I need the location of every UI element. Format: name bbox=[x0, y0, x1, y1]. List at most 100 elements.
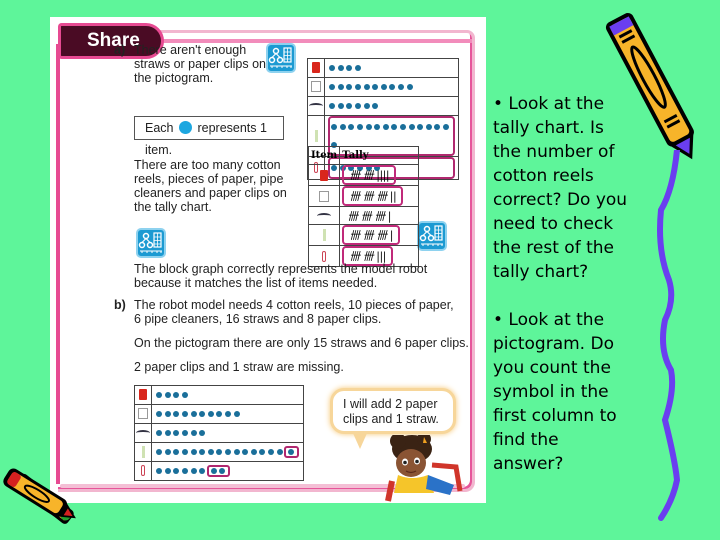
pictogram-dot bbox=[225, 410, 232, 417]
speech-bubble: I will add 2 paper clips and 1 straw. bbox=[330, 388, 456, 434]
pictogram-dot bbox=[199, 410, 206, 417]
pictogram-dot bbox=[337, 64, 344, 71]
pictogram-dot bbox=[372, 102, 379, 109]
tally-chart: Item Tally 卌 卌 |||| 卌 卌 卌 || 卌 卌 卌 | 卌 卌 卌 | 卌… bbox=[307, 146, 420, 267]
pictogram-dot bbox=[425, 123, 432, 130]
paper-icon bbox=[311, 81, 321, 93]
pictogram-dot bbox=[164, 410, 171, 417]
dots-cell bbox=[324, 96, 459, 116]
item-icon-cell bbox=[134, 404, 152, 424]
pictogram-dot bbox=[363, 83, 370, 90]
item-icon-cell bbox=[307, 185, 341, 207]
tally-marks: 卌 卌 卌 || bbox=[342, 186, 404, 206]
part-b-line-4: 2 paper clips and 1 straw are missing. bbox=[134, 360, 344, 374]
pictogram-dot bbox=[363, 102, 370, 109]
pictogram-row bbox=[134, 385, 304, 405]
pictogram-dot bbox=[329, 83, 336, 90]
pictogram-dot bbox=[339, 123, 346, 130]
pencil-icon bbox=[605, 13, 694, 160]
squiggle-line-decoration bbox=[657, 150, 681, 521]
pictogram-dot bbox=[406, 83, 413, 90]
straw-icon bbox=[314, 129, 318, 142]
tally-marks: 卌 卌 卌 | bbox=[342, 225, 400, 245]
pictogram-dot bbox=[164, 429, 171, 436]
pictogram-dot bbox=[337, 102, 344, 109]
tally-cell: 卌 卌 |||| bbox=[339, 164, 420, 186]
item-icon-cell bbox=[307, 206, 341, 225]
pictogram-dot bbox=[374, 123, 381, 130]
tally-header: Tally bbox=[339, 146, 420, 165]
pictogram-dot bbox=[329, 102, 336, 109]
cotton-reel-icon bbox=[320, 169, 329, 181]
pictogram-dot bbox=[357, 123, 364, 130]
pictogram-b bbox=[134, 385, 304, 481]
pictogram-dot bbox=[190, 429, 197, 436]
pictogram-dot bbox=[365, 123, 372, 130]
tally-header: Item bbox=[307, 146, 341, 165]
side-note-line: • Look at the bbox=[493, 310, 605, 330]
pictogram-dot bbox=[190, 467, 197, 474]
pictogram-dot bbox=[164, 467, 171, 474]
pictogram-dot bbox=[372, 83, 379, 90]
paper-icon bbox=[319, 190, 330, 202]
paper-clip-icon bbox=[322, 250, 327, 262]
item-icon-cell bbox=[307, 77, 325, 97]
pictogram-dot bbox=[156, 448, 163, 455]
straw-icon bbox=[141, 445, 145, 458]
pictogram-dot bbox=[391, 123, 398, 130]
crossed-pencils-icon bbox=[3, 468, 76, 524]
part-a-intro-1: There aren't enough bbox=[134, 43, 247, 57]
pictogram-dot bbox=[164, 448, 171, 455]
pictogram-dot bbox=[346, 83, 353, 90]
pictogram-dot bbox=[242, 448, 249, 455]
pictogram-row bbox=[307, 96, 459, 116]
pictogram-dot bbox=[156, 467, 163, 474]
pictogram-dot bbox=[225, 448, 232, 455]
cotton-reel-icon bbox=[312, 62, 320, 74]
tally-cell: 卌 卌 卌 | bbox=[339, 206, 420, 225]
pictogram-dot bbox=[389, 83, 396, 90]
pictogram-dot bbox=[337, 83, 344, 90]
pictogram-dot bbox=[199, 429, 206, 436]
dots-group bbox=[328, 78, 455, 96]
item-icon-cell bbox=[307, 58, 325, 78]
item-icon-cell bbox=[307, 164, 341, 186]
pictogram-row bbox=[134, 461, 304, 481]
pictogram-dot bbox=[156, 429, 163, 436]
dots-cell bbox=[151, 404, 304, 424]
pictogram-dot bbox=[259, 448, 266, 455]
tally-row: 卌 卌 |||| bbox=[307, 164, 420, 186]
pictogram-dot bbox=[276, 448, 283, 455]
item-icon-cell bbox=[134, 442, 152, 462]
side-note-line: you count the bbox=[493, 358, 611, 378]
pictogram-dot bbox=[331, 123, 338, 130]
pictogram-row bbox=[307, 58, 459, 78]
added-dots-box bbox=[206, 465, 230, 477]
added-pictogram-dot bbox=[219, 467, 226, 474]
paper-clip-icon bbox=[141, 465, 145, 477]
pictogram-dot bbox=[182, 448, 189, 455]
side-note-line: first column to bbox=[493, 406, 617, 426]
part-a-intro-3: the pictogram. bbox=[134, 71, 214, 85]
pictogram-dot bbox=[156, 410, 163, 417]
dots-group bbox=[328, 59, 455, 77]
pictogram-dot bbox=[182, 410, 189, 417]
pictogram-dot bbox=[355, 102, 362, 109]
pictogram-dot bbox=[216, 448, 223, 455]
pictogram-dot bbox=[346, 64, 353, 71]
pictogram-dot bbox=[329, 64, 336, 71]
pictogram-dot bbox=[398, 83, 405, 90]
speech-line-2: clips and 1 straw. bbox=[343, 412, 439, 426]
block-graph-icon bbox=[417, 221, 447, 251]
tally-text-3: cleaners and paper clips on bbox=[134, 186, 287, 200]
tally-marks: 卌 卌 卌 | bbox=[347, 209, 391, 223]
pictogram-dot bbox=[443, 123, 450, 130]
pictogram-row bbox=[134, 442, 304, 462]
item-icon-cell bbox=[134, 385, 152, 405]
block-graph-icon bbox=[136, 228, 166, 258]
side-note-line: find the bbox=[493, 430, 559, 450]
part-b-line-1: The robot model needs 4 cotton reels, 10… bbox=[134, 298, 454, 312]
pictogram-dot bbox=[207, 448, 214, 455]
item-icon-cell bbox=[307, 224, 341, 246]
part-b-line-3: On the pictogram there are only 15 straw… bbox=[134, 336, 469, 350]
